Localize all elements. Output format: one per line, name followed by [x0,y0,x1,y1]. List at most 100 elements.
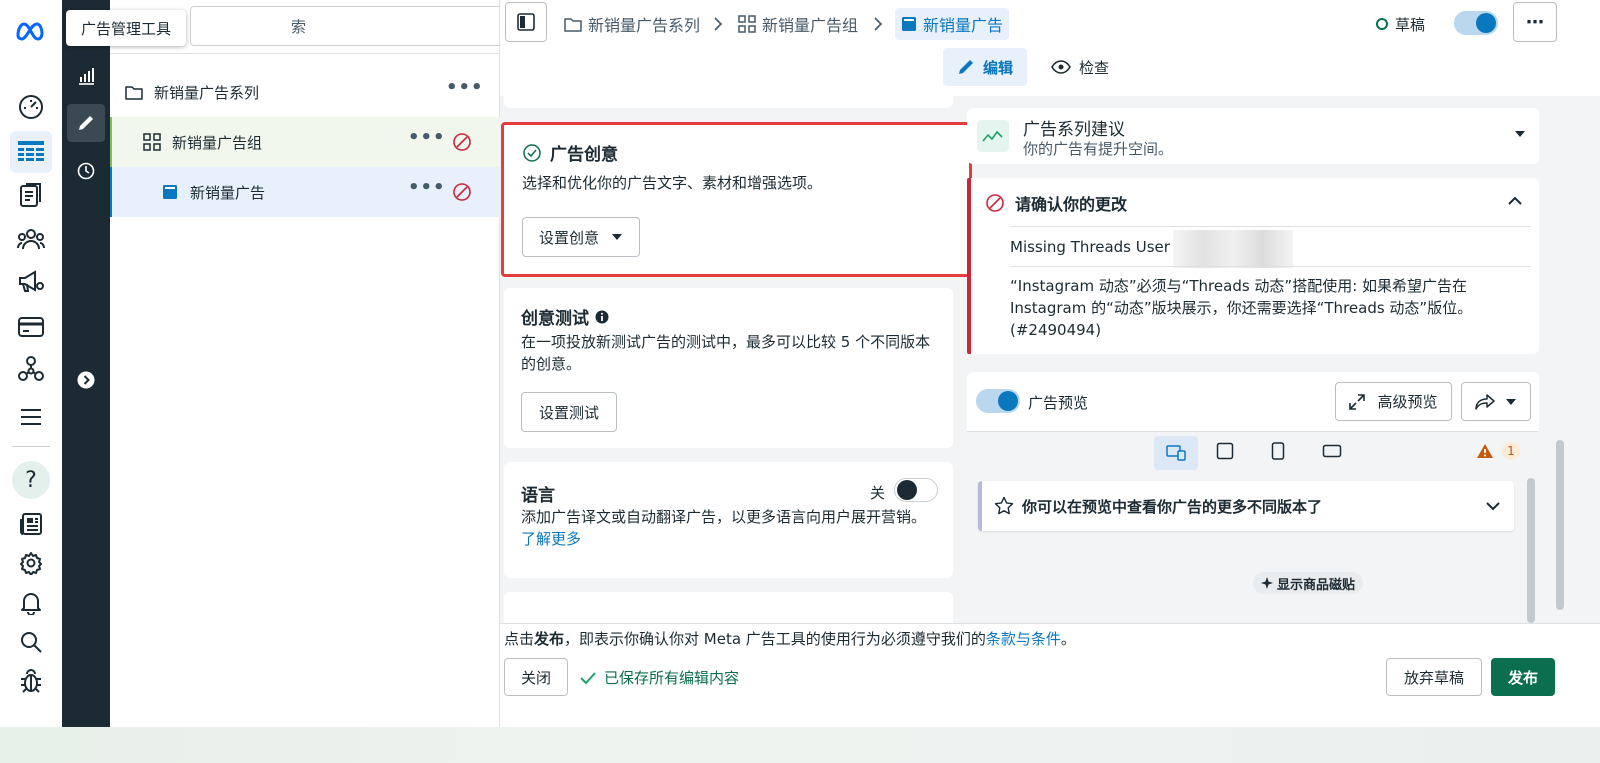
ads-manager-table-icon[interactable] [10,131,52,173]
language-toggle-label: 关 [870,484,886,502]
previous-section-card [504,96,953,108]
news-icon[interactable] [14,507,48,541]
saved-status: 已保存所有编辑内容 [580,667,739,688]
language-card: 语言 关 添加广告译文或自动翻译广告，以更多语言向用户展开营销。 了解更多 [504,462,953,578]
ad-preview-toggle[interactable] [976,389,1020,413]
campaign-megaphone-icon[interactable] [14,265,48,299]
breadcrumb-adset[interactable]: 新销量广告组 [738,10,858,38]
check-icon [580,671,596,684]
share-arrow-icon [1475,393,1495,410]
breadcrumb-campaign[interactable]: 新销量广告系列 [564,10,700,38]
learn-more-link[interactable]: 了解更多 [521,528,581,550]
confirm-header[interactable]: 请确认你的更改 [985,191,1127,215]
left-nav-rail: ? [0,0,62,763]
discard-draft-button[interactable]: 放弃草稿 [1386,658,1482,696]
search-icon[interactable] [14,625,48,659]
expand-panel-icon[interactable] [70,364,102,396]
meta-logo-icon[interactable] [14,14,48,48]
redacted-blur [1173,230,1293,268]
warnings-indicator[interactable]: 1 [1476,442,1520,460]
advanced-preview-button[interactable]: 高级预览 [1335,382,1452,421]
ad-icon [160,182,180,202]
caret-down-icon [1506,398,1516,405]
business-network-icon[interactable] [14,352,48,386]
dashboard-gauge-icon[interactable] [14,90,48,124]
campaign-suggestions-card[interactable]: 广告系列建议 你的广告有提升空间。 [967,108,1539,164]
suggestions-trend-icon [977,120,1009,152]
breadcrumb-ad[interactable]: 新销量广告 [895,8,1010,40]
landscape-format-icon [1322,444,1342,458]
landscape-format-button[interactable] [1322,444,1342,458]
creative-test-card: 创意测试 在一项投放新测试广告的测试中，最多可以比较 5 个不同版本的创意。 设… [504,288,953,448]
all-tools-menu-icon[interactable] [14,400,48,434]
toggle-sidebar-button[interactable] [505,2,547,42]
draft-circle-icon [1376,18,1388,30]
audiences-icon[interactable] [14,222,48,256]
publish-button[interactable]: 发布 [1491,658,1555,696]
more-options-icon[interactable]: ••• [408,127,446,148]
tree-item-campaign[interactable]: 新销量广告系列 ••• [110,67,500,117]
terms-notice: 点击发布，即表示你确认你对 Meta 广告工具的使用行为必须遵守我们的条款与条件… [504,630,1076,648]
tools-side-panel [62,0,110,727]
confirm-title: 请确认你的更改 [1015,195,1128,214]
chevron-up-icon[interactable] [1508,196,1522,206]
edit-pencil-icon[interactable] [67,104,105,142]
test-description: 在一项投放新测试广告的测试中，最多可以比较 5 个不同版本的创意。 [521,333,931,373]
vertical-format-icon [1271,442,1285,460]
terms-link[interactable]: 条款与条件 [986,630,1061,648]
more-options-icon[interactable]: ••• [446,77,484,98]
desktop-background-strip [0,727,1600,763]
draft-status: 草稿 [1375,10,1425,38]
tab-edit[interactable]: 编辑 [943,48,1027,86]
help-icon[interactable]: ? [12,461,50,499]
more-options-icon[interactable]: ••• [408,177,446,198]
folder-icon [564,18,582,32]
caret-down-icon [1515,131,1525,137]
set-up-creative-button[interactable]: 设置创意 [522,217,640,257]
vertical-format-button[interactable] [1271,442,1285,460]
rail-divider [12,446,50,447]
preview-versions-banner[interactable]: 你可以在预览中查看你广告的更多不同版本了 [978,481,1514,531]
more-options-icon: ⋯ [1526,11,1544,33]
chevron-right-icon [872,10,884,38]
share-menu-button[interactable] [1461,382,1531,421]
notifications-bell-icon[interactable] [14,586,48,620]
creative-description: 选择和优化你的广告文字、素材和增强选项。 [522,174,823,192]
error-prohibited-icon [453,133,471,151]
show-product-tiles-chip[interactable]: 显示商品磁贴 [1253,572,1364,594]
ad-status-toggle[interactable] [1454,11,1498,35]
all-placements-view-button[interactable] [1154,436,1198,470]
close-button[interactable]: 关闭 [504,658,568,696]
tab-inspect[interactable]: 检查 [1045,48,1115,86]
tooltip-ads-manager: 广告管理工具 [66,10,186,46]
test-title: 创意测试 [521,309,589,329]
ad-icon [902,17,916,31]
campaign-tree-panel: 索 新销量广告系列 ••• 新销量广告组 ••• 新销量广告 ••• [110,0,596,727]
pages-icon[interactable] [14,178,48,212]
star-icon [994,496,1014,515]
history-clock-icon[interactable] [70,155,102,187]
mode-tabs: 编辑 检查 [500,48,1600,96]
square-format-button[interactable] [1216,442,1234,460]
sparkle-icon [1261,577,1273,589]
tree-item-label: 新销量广告组 [172,133,263,152]
preview-scrollbar[interactable] [1527,478,1535,623]
preview-versions-text: 你可以在预览中查看你广告的更多不同版本了 [1022,498,1323,516]
tree-item-ad[interactable]: 新销量广告 ••• [110,167,500,217]
page-scrollbar[interactable] [1556,440,1564,610]
info-icon[interactable] [595,310,609,324]
more-menu-button[interactable]: ⋯ [1513,2,1557,42]
language-toggle[interactable] [894,478,938,502]
toggle-knob [897,480,917,500]
performance-chart-icon[interactable] [70,60,102,92]
bug-report-icon[interactable] [14,664,48,698]
square-format-icon [1216,442,1234,460]
error-prohibited-icon [986,194,1004,212]
edit-pencil-icon [958,60,973,74]
tree-item-adset[interactable]: 新销量广告组 ••• [110,117,500,167]
next-section-card [504,592,953,623]
confirm-changes-card: 请确认你的更改 Missing Threads User I “Instagra… [967,178,1539,354]
set-up-test-button[interactable]: 设置测试 [521,392,617,432]
billing-card-icon[interactable] [14,310,48,344]
settings-gear-icon[interactable] [14,546,48,580]
